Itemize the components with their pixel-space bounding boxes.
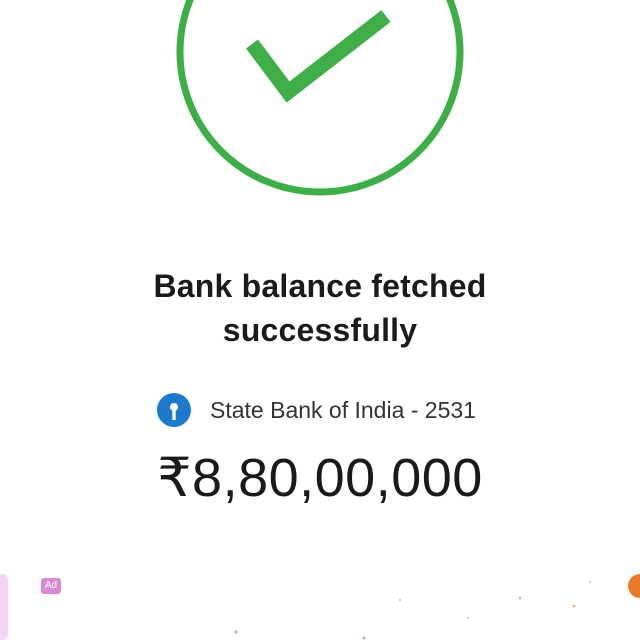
balance-success-screen: Bank balance fetched successfully State … — [0, 0, 640, 640]
balance-amount: ₹8,80,00,000 — [157, 448, 483, 508]
ad-badge: Ad — [41, 578, 61, 594]
bank-account-label: State Bank of India - 2531 — [210, 396, 476, 423]
success-title-line2: successfully — [222, 312, 418, 348]
success-title: Bank balance fetched successfully — [0, 264, 640, 352]
sbi-logo-icon — [156, 392, 192, 428]
bank-account-row: State Bank of India - 2531 — [0, 390, 640, 430]
success-title-line1: Bank balance fetched — [153, 268, 487, 304]
ad-banner-strip[interactable] — [0, 560, 640, 640]
success-check-icon — [176, 0, 464, 196]
